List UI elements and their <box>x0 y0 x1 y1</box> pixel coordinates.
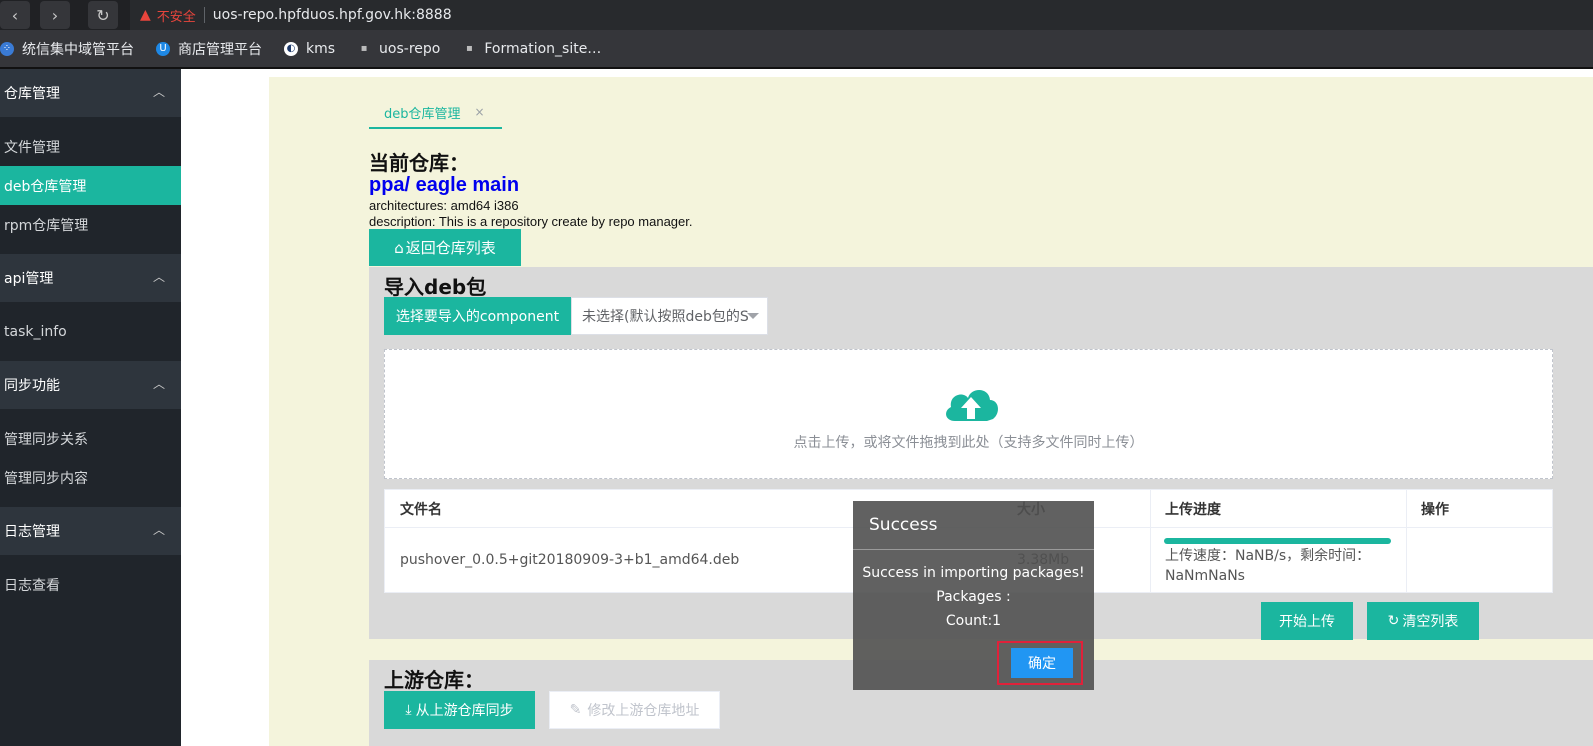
sidebar-group-repo[interactable]: 仓库管理 ︿ <box>0 69 181 117</box>
security-label: 不安全 <box>156 9 196 25</box>
chevron-down-icon <box>747 313 759 319</box>
import-heading: 导入deb包 <box>384 275 487 299</box>
chevron-up-icon: ︿ <box>152 523 165 537</box>
group-label: 日志管理 <box>4 524 60 540</box>
sidebar-group-api[interactable]: api管理 ︿ <box>0 254 181 302</box>
warning-icon: ▲ <box>140 7 151 23</box>
repo-name: ppa/ eagle main <box>369 174 520 196</box>
refresh-icon: ↻ <box>1387 613 1400 629</box>
button-label: 返回仓库列表 <box>405 239 496 257</box>
upload-speed: 上传速度：NaNB/s，剩余时间： NaNmNaNs <box>1165 546 1395 586</box>
button-label: 修改上游仓库地址 <box>587 703 700 719</box>
chevron-up-icon: ︿ <box>152 270 165 284</box>
group-label: 同步功能 <box>4 378 60 394</box>
upload-dropzone[interactable]: 点击上传，或将文件拖拽到此处（支持多文件同时上传） <box>384 349 1553 479</box>
upstream-heading: 上游仓库： <box>384 668 484 692</box>
remaining-text: NaNmNaNs <box>1165 568 1245 584</box>
bookmarks-bar: ⁘ 统信集中域管平台 U 商店管理平台 ◐ kms ▪ uos-repo ▪ Format… <box>0 30 1593 67</box>
forward-button[interactable]: › <box>40 1 70 29</box>
start-upload-button[interactable]: 开始上传 <box>1261 602 1353 640</box>
sidebar-group-sync[interactable]: 同步功能 ︿ <box>0 361 181 409</box>
select-value: 未选择(默认按照deb包的S <box>582 309 749 325</box>
component-select[interactable]: 未选择(默认按照deb包的S <box>571 297 768 335</box>
clear-list-button[interactable]: ↻ 清空列表 <box>1367 602 1479 640</box>
address-bar[interactable]: ▲ 不安全 uos-repo.hpfduos.hpf.gov.hk:8888 <box>130 0 1593 30</box>
sync-upstream-button[interactable]: ⤓ 从上游仓库同步 <box>384 691 535 729</box>
bookmark-label: 统信集中域管平台 <box>22 41 134 58</box>
url-text: uos-repo.hpfduos.hpf.gov.hk:8888 <box>212 7 452 23</box>
dialog-line: Count:1 <box>945 613 1002 629</box>
back-to-list-button[interactable]: ⌂ 返回仓库列表 <box>369 229 521 266</box>
button-label: 从上游仓库同步 <box>415 703 514 719</box>
repo-architectures: architectures: amd64 i386 <box>369 198 519 213</box>
sidebar-item-task-info[interactable]: task_info <box>0 312 181 351</box>
bookmark-item[interactable]: ⁘ 统信集中域管平台 <box>0 39 134 59</box>
divider <box>0 67 1593 69</box>
component-select-label: 选择要导入的component <box>384 297 571 335</box>
group-label: api管理 <box>4 271 54 287</box>
back-button[interactable]: ‹ <box>0 1 30 29</box>
sidebar-item-rpm[interactable]: rpm仓库管理 <box>0 205 181 244</box>
group-label: 仓库管理 <box>4 86 60 102</box>
sidebar-item-files[interactable]: 文件管理 <box>0 127 181 166</box>
column-header: 上传进度 <box>1150 490 1406 528</box>
arrow-right-icon: › <box>51 5 59 25</box>
kms-icon: ◐ <box>284 41 298 56</box>
speed-text: 上传速度：NaNB/s，剩余时间： <box>1165 548 1371 564</box>
download-icon: ⤓ <box>405 702 412 718</box>
dialog-line: Packages : <box>936 589 1011 605</box>
success-dialog: Success Success in importing packages! P… <box>853 501 1094 690</box>
sidebar-item-sync-content[interactable]: 管理同步内容 <box>0 458 181 497</box>
browser-toolbar: ‹ › ↻ ▲ 不安全 uos-repo.hpfduos.hpf.gov.hk:… <box>0 0 1593 30</box>
repo-icon: ▪ <box>360 42 368 54</box>
bookmark-label: uos-repo <box>379 40 441 57</box>
dialog-title: Success <box>853 501 1094 550</box>
column-header: 操作 <box>1406 490 1553 528</box>
tab-label: deb仓库管理 <box>384 106 461 122</box>
reload-icon: ↻ <box>96 5 110 25</box>
dropzone-hint: 点击上传，或将文件拖拽到此处（支持多文件同时上传） <box>793 435 1144 451</box>
pencil-icon: ✎ <box>569 702 582 718</box>
confirm-button[interactable]: 确定 <box>1011 648 1073 678</box>
sidebar-item-deb[interactable]: deb仓库管理 <box>0 166 181 205</box>
sidebar-item-sync-relations[interactable]: 管理同步关系 <box>0 419 181 458</box>
store-icon: U <box>156 41 170 56</box>
tab-deb-repo[interactable]: deb仓库管理 × <box>369 97 502 129</box>
divider <box>203 7 205 23</box>
site-icon: ▪ <box>465 42 473 54</box>
upload-progress-bar <box>1164 538 1391 544</box>
chevron-up-icon: ︿ <box>152 85 165 99</box>
bookmark-item[interactable]: ▪ uos-repo <box>357 40 441 57</box>
sidebar-group-logs[interactable]: 日志管理 ︿ <box>0 507 181 555</box>
reload-button[interactable]: ↻ <box>88 1 118 29</box>
edit-upstream-button[interactable]: ✎ 修改上游仓库地址 <box>549 691 720 729</box>
home-icon: ⌂ <box>394 238 404 257</box>
dialog-line: Success in importing packages! <box>862 565 1085 581</box>
button-label: 清空列表 <box>1402 614 1459 630</box>
uos-icon: ⁘ <box>0 41 14 56</box>
sidebar-item-log-view[interactable]: 日志查看 <box>0 565 181 604</box>
bookmark-item[interactable]: U 商店管理平台 <box>156 39 262 59</box>
chevron-up-icon: ︿ <box>152 377 165 391</box>
bookmark-label: 商店管理平台 <box>178 41 262 58</box>
bookmark-label: Formation_site… <box>484 40 602 57</box>
repo-description: description: This is a repository create… <box>369 214 693 229</box>
bookmark-item[interactable]: ◐ kms <box>284 41 335 57</box>
bookmark-label: kms <box>306 40 336 57</box>
cloud-upload-icon <box>946 389 999 421</box>
close-icon[interactable]: × <box>475 105 485 119</box>
current-repo-heading: 当前仓库： <box>369 151 469 175</box>
bookmark-item[interactable]: ▪ Formation_site… <box>462 41 601 57</box>
dialog-message: Success in importing packages! Packages … <box>853 561 1094 633</box>
arrow-left-icon: ‹ <box>11 5 19 25</box>
sidebar: 仓库管理 ︿ 文件管理 deb仓库管理 rpm仓库管理 api管理 ︿ task_i… <box>0 69 181 746</box>
